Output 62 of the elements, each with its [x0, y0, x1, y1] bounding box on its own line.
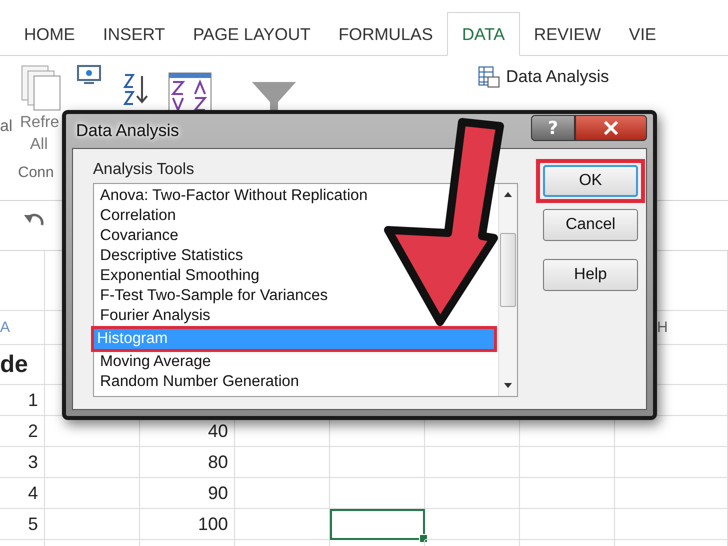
selected-cell[interactable] [330, 509, 425, 540]
ribbon-label: al [0, 118, 12, 136]
grid-cell[interactable] [45, 478, 140, 509]
grid-cell[interactable] [235, 478, 330, 509]
close-button[interactable] [575, 115, 647, 141]
monitor-icon[interactable] [76, 64, 102, 86]
table-cell: 100 [198, 514, 228, 534]
table-cell: 90 [208, 482, 228, 504]
table-cell: de [0, 350, 28, 378]
ribbon-tab[interactable]: REVIEW [520, 11, 615, 55]
table-icon [478, 66, 500, 88]
list-item[interactable]: Correlation [97, 206, 176, 226]
table-cell: 4 [28, 482, 38, 504]
grid-cell[interactable] [45, 509, 140, 540]
grid-cell[interactable] [235, 509, 330, 540]
dialog-button[interactable]: Help [543, 259, 638, 291]
grid-cell[interactable] [615, 509, 728, 540]
window-title: Data Analysis [75, 121, 179, 141]
ribbon-tab[interactable]: VIE [614, 11, 670, 55]
grid-cell[interactable] [45, 447, 140, 478]
grid-cell[interactable] [330, 478, 425, 509]
data-analysis-button[interactable]: Data Analysis [476, 64, 611, 90]
scroll-up-icon[interactable] [503, 190, 513, 198]
table-cell: 3 [28, 452, 38, 472]
table-cell: 40 [208, 420, 228, 442]
close-icon [603, 121, 619, 135]
list-item[interactable]: Moving Average [97, 352, 211, 372]
grid-cell[interactable] [520, 447, 615, 478]
dialog-button[interactable]: OK [543, 165, 638, 197]
table-cell: 5 [28, 514, 38, 534]
scroll-thumb[interactable] [500, 233, 516, 307]
list-item[interactable]: Random Number Generation [97, 372, 300, 392]
grid-cell[interactable] [235, 447, 330, 478]
list-item[interactable]: Anova: Two-Factor Without Replication [97, 186, 368, 206]
scroll-down-icon[interactable] [503, 382, 513, 390]
grid-cell[interactable] [520, 478, 615, 509]
list-item[interactable]: Descriptive Statistics [97, 246, 243, 266]
table-cell: 2 [28, 420, 38, 442]
grid-cell[interactable] [330, 447, 425, 478]
ribbon-tab[interactable]: PAGE LAYOUT [179, 11, 325, 55]
ribbon-tab[interactable]: HOME [10, 11, 89, 55]
table-cell: 80 [208, 452, 228, 472]
grid-cell[interactable] [425, 509, 520, 540]
ribbon-tab[interactable]: FORMULAS [324, 11, 447, 55]
grid-cell[interactable] [615, 447, 728, 478]
list-label: Analysis Tools [93, 160, 196, 180]
grid-cell[interactable] [425, 447, 520, 478]
grid-cell[interactable] [520, 509, 615, 540]
list-item[interactable]: Exponential Smoothing [97, 266, 260, 286]
ribbon-tab[interactable]: DATA [446, 12, 520, 56]
dialog-button[interactable]: Cancel [543, 209, 638, 241]
grid-cell[interactable] [0, 251, 45, 311]
list-item[interactable]: F-Test Two-Sample for Variances [97, 286, 328, 306]
sort-icon[interactable] [122, 72, 150, 106]
table-cell: 1 [28, 390, 38, 410]
column-header[interactable]: H [657, 319, 668, 336]
list-item[interactable]: Covariance [97, 226, 178, 246]
scrollbar[interactable] [498, 184, 517, 396]
list-item[interactable]: Fourier Analysis [97, 306, 210, 326]
grid-cell[interactable] [615, 478, 728, 509]
ribbon-tab[interactable]: INSERT [89, 11, 180, 55]
grid-cell[interactable] [425, 478, 520, 509]
